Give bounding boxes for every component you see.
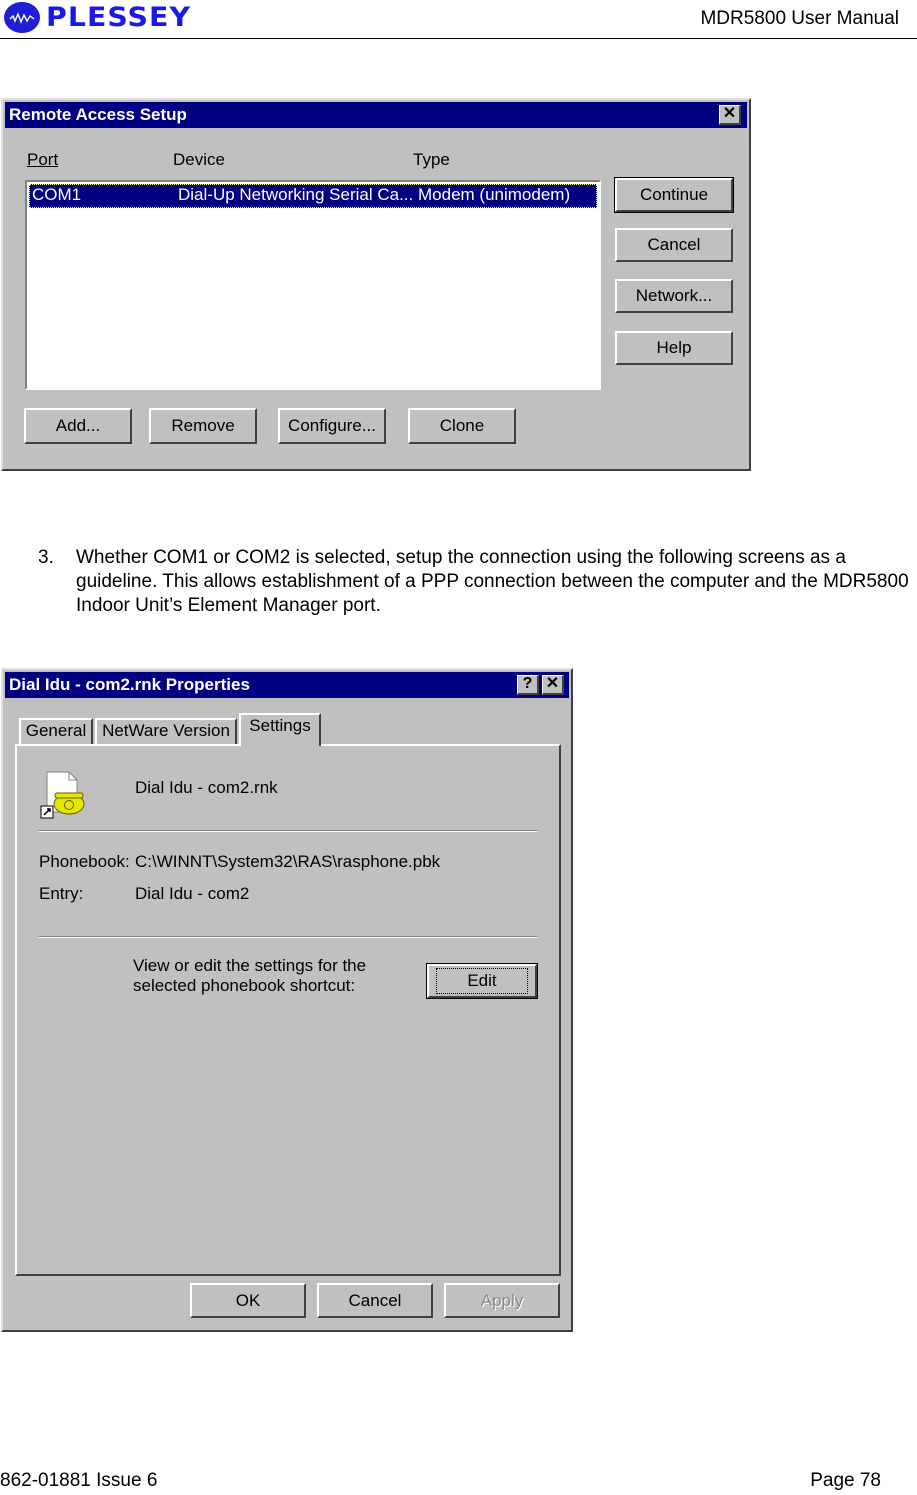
- entry-label: Entry:: [39, 884, 84, 903]
- tab-netware-version[interactable]: NetWare Version: [95, 718, 237, 744]
- close-icon: ✕: [545, 675, 560, 692]
- port-list[interactable]: COM1 Dial-Up Networking Serial Ca... Mod…: [25, 180, 601, 390]
- help-button[interactable]: Help: [615, 331, 733, 365]
- column-header-port-label: Port: [27, 150, 59, 169]
- list-row-com1[interactable]: COM1 Dial-Up Networking Serial Ca... Mod…: [29, 184, 597, 208]
- phonebook-label: Phonebook:: [39, 852, 130, 871]
- apply-button[interactable]: Apply: [444, 1283, 560, 1318]
- network-button[interactable]: Network...: [615, 279, 733, 313]
- separator: [39, 830, 537, 832]
- close-icon: ✕: [722, 105, 737, 122]
- column-header-device: Device: [173, 150, 225, 169]
- dialog-titlebar: Remote Access Setup ✕: [5, 102, 747, 128]
- dialog-title: Remote Access Setup: [9, 105, 187, 124]
- page-header: PLESSEY MDR5800 User Manual: [0, 0, 917, 39]
- edit-button[interactable]: Edit: [426, 963, 538, 999]
- clone-button[interactable]: Clone: [408, 408, 516, 444]
- instruction-step: 3. Whether COM1 or COM2 is selected, set…: [38, 546, 913, 618]
- close-button[interactable]: ✕: [719, 105, 741, 125]
- ok-button[interactable]: OK: [190, 1283, 306, 1318]
- separator: [39, 936, 537, 938]
- configure-button[interactable]: Configure...: [278, 408, 386, 444]
- step-number: 3.: [38, 547, 54, 568]
- edit-prompt-line2: selected phonebook shortcut:: [133, 976, 356, 995]
- column-header-type: Type: [413, 150, 450, 169]
- row-device: Dial-Up Networking Serial Ca...: [178, 185, 414, 204]
- remove-button[interactable]: Remove: [149, 408, 257, 444]
- tab-settings[interactable]: Settings: [239, 713, 321, 746]
- column-header-port: Port: [27, 150, 58, 170]
- dialog-title: Dial Idu - com2.rnk Properties: [9, 675, 250, 694]
- phonebook-shortcut-icon: [40, 771, 85, 819]
- dialog-titlebar: Dial Idu - com2.rnk Properties ? ✕: [5, 672, 569, 698]
- help-title-button[interactable]: ?: [517, 675, 539, 695]
- question-mark-icon: ?: [522, 675, 533, 692]
- tab-general[interactable]: General: [19, 718, 93, 744]
- properties-dialog: Dial Idu - com2.rnk Properties ? ✕ Gener…: [1, 668, 573, 1332]
- close-button[interactable]: ✕: [542, 675, 564, 695]
- logo-emblem-icon: [4, 2, 40, 33]
- cancel-button[interactable]: Cancel: [317, 1283, 433, 1318]
- row-port: COM1: [32, 185, 82, 204]
- page-number: Page 78: [810, 1470, 881, 1491]
- entry-value: Dial Idu - com2: [135, 884, 250, 903]
- edit-button-label: Edit: [436, 968, 528, 994]
- shortcut-file-name: Dial Idu - com2.rnk: [135, 778, 278, 797]
- add-button[interactable]: Add...: [24, 408, 132, 444]
- document-id: 862-01881 Issue 6: [0, 1470, 158, 1491]
- plessey-logo: PLESSEY: [4, 2, 190, 33]
- manual-title: MDR5800 User Manual: [700, 8, 899, 29]
- phonebook-path: C:\WINNT\System32\RAS\rasphone.pbk: [135, 852, 441, 871]
- settings-panel: Dial Idu - com2.rnk Phonebook: C:\WINNT\…: [15, 744, 561, 1276]
- edit-prompt-line1: View or edit the settings for the: [133, 956, 367, 975]
- step-text: Whether COM1 or COM2 is selected, setup …: [76, 547, 909, 616]
- cancel-button[interactable]: Cancel: [615, 228, 733, 262]
- continue-button[interactable]: Continue: [614, 177, 734, 213]
- remote-access-setup-dialog: Remote Access Setup ✕ Port Device Type C…: [1, 98, 751, 471]
- row-type: Modem (unimodem): [418, 185, 571, 204]
- logo-text: PLESSEY: [46, 2, 192, 33]
